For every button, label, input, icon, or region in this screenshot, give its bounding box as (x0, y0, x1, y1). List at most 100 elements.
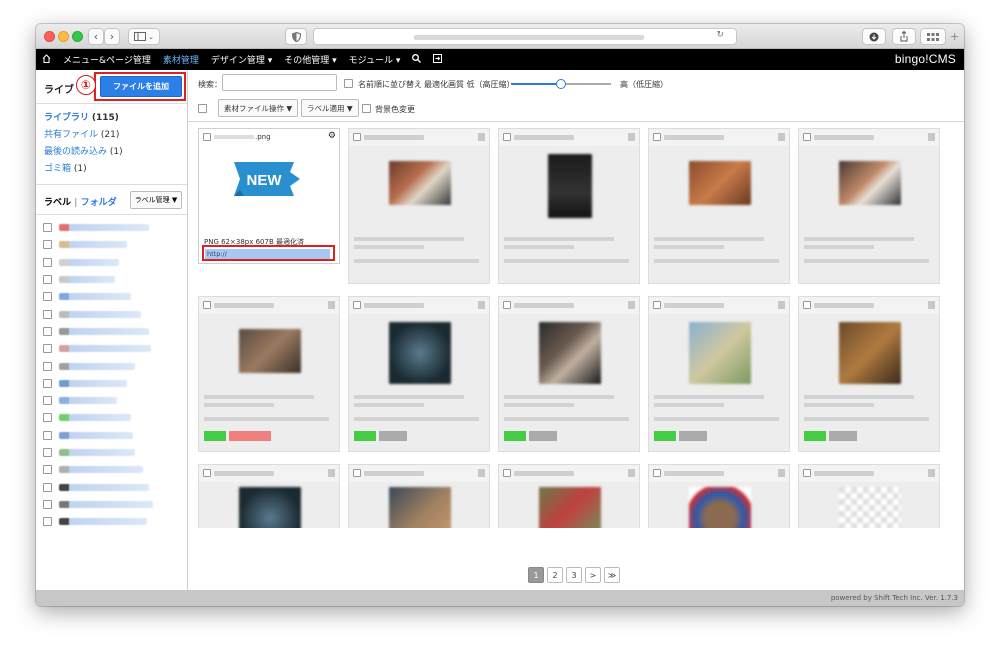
asset-thumbnail[interactable] (689, 161, 751, 205)
asset-checkbox[interactable] (203, 301, 211, 309)
label-checkbox[interactable] (43, 465, 52, 475)
gear-icon[interactable] (478, 469, 485, 477)
gear-icon[interactable] (478, 301, 485, 309)
gear-icon[interactable] (778, 469, 785, 477)
asset-thumbnail[interactable] (539, 322, 601, 384)
gear-icon[interactable] (478, 133, 485, 141)
asset-card[interactable] (198, 464, 340, 528)
asset-thumbnail[interactable] (689, 322, 751, 384)
asset-card[interactable] (198, 296, 340, 452)
label-checkbox[interactable] (43, 482, 52, 492)
label-checkbox[interactable] (43, 499, 52, 509)
file-operations-dropdown[interactable]: 素材ファイル操作 ▼ (218, 99, 299, 117)
close-window-button[interactable] (44, 31, 55, 42)
asset-checkbox[interactable] (503, 133, 511, 141)
asset-card[interactable] (348, 464, 490, 528)
label-checkbox[interactable] (43, 275, 52, 285)
asset-checkbox[interactable] (653, 301, 661, 309)
apply-label-dropdown[interactable]: ラベル適用 ▼ (301, 99, 359, 117)
library-item-last-import[interactable]: 最後の読み込み (1) (44, 144, 179, 161)
label-checkbox[interactable] (43, 361, 52, 371)
label-checkbox[interactable] (43, 448, 52, 457)
zoom-window-button[interactable] (72, 31, 83, 42)
library-item-all[interactable]: ライブラリ (115) (44, 110, 179, 127)
asset-checkbox[interactable] (203, 133, 211, 141)
gear-icon[interactable] (928, 133, 935, 141)
asset-thumbnail[interactable] (389, 487, 451, 528)
asset-thumbnail[interactable] (839, 322, 901, 384)
search-icon[interactable] (406, 53, 427, 66)
label-item[interactable] (43, 409, 180, 426)
label-item[interactable] (43, 271, 180, 288)
asset-thumbnail[interactable] (239, 329, 301, 373)
asset-checkbox[interactable] (503, 301, 511, 309)
nav-menu-page[interactable]: メニュー&ページ管理 (57, 53, 157, 66)
asset-thumbnail[interactable] (689, 487, 751, 528)
nav-other[interactable]: その他管理 ▾ (278, 53, 342, 66)
library-item-shared[interactable]: 共有ファイル (21) (44, 127, 179, 144)
asset-card[interactable] (498, 128, 640, 284)
asset-thumbnail[interactable] (239, 487, 301, 528)
gear-icon[interactable] (328, 301, 335, 309)
label-item[interactable] (43, 478, 180, 495)
gear-icon[interactable] (928, 301, 935, 309)
label-item[interactable] (43, 392, 180, 409)
asset-thumbnail[interactable] (389, 322, 451, 384)
label-item[interactable] (43, 254, 180, 271)
asset-checkbox[interactable] (353, 133, 361, 141)
page-3-button[interactable]: 3 (566, 567, 582, 583)
minimize-window-button[interactable] (58, 31, 69, 42)
asset-thumbnail[interactable] (548, 154, 592, 218)
label-checkbox[interactable] (43, 257, 52, 267)
asset-card[interactable] (648, 296, 790, 452)
gear-icon[interactable] (778, 133, 785, 141)
label-tab[interactable]: ラベル (44, 198, 71, 208)
forward-button[interactable]: › (104, 28, 120, 45)
asset-card[interactable] (798, 128, 940, 284)
label-item[interactable] (43, 427, 180, 444)
sidebar-toggle-button[interactable]: ⌄ (128, 28, 160, 45)
label-item[interactable] (43, 461, 180, 478)
asset-checkbox[interactable] (803, 469, 811, 477)
downloads-button[interactable] (862, 28, 886, 45)
select-all-checkbox[interactable] (198, 104, 207, 113)
bg-color-checkbox[interactable] (362, 104, 371, 113)
asset-checkbox[interactable] (803, 133, 811, 141)
label-checkbox[interactable] (43, 292, 52, 302)
back-button[interactable]: ‹ (88, 28, 104, 45)
asset-card[interactable] (348, 296, 490, 452)
quality-slider-knob[interactable] (556, 79, 566, 89)
library-item-trash[interactable]: ゴミ箱 (1) (44, 161, 179, 178)
label-item[interactable] (43, 323, 180, 340)
gear-icon[interactable]: ⚙ (328, 131, 336, 141)
asset-card[interactable] (798, 464, 940, 528)
label-checkbox[interactable] (43, 378, 52, 388)
asset-card[interactable] (348, 128, 490, 284)
label-checkbox[interactable] (43, 413, 52, 423)
gear-icon[interactable] (628, 301, 635, 309)
label-checkbox[interactable] (43, 430, 52, 440)
nav-design[interactable]: デザイン管理 ▾ (205, 53, 278, 66)
label-item[interactable] (43, 375, 180, 392)
asset-card[interactable] (648, 128, 790, 284)
label-item[interactable] (43, 219, 180, 236)
asset-checkbox[interactable] (203, 469, 211, 477)
label-checkbox[interactable] (43, 223, 52, 233)
label-item[interactable] (43, 357, 180, 374)
search-input[interactable] (222, 74, 337, 91)
gear-icon[interactable] (778, 301, 785, 309)
label-checkbox[interactable] (43, 309, 52, 319)
next-page-button[interactable]: > (585, 567, 601, 583)
gear-icon[interactable] (628, 469, 635, 477)
reload-icon[interactable]: ↻ (716, 30, 724, 40)
label-item[interactable] (43, 236, 180, 253)
asset-thumbnail[interactable] (389, 161, 451, 205)
folder-tab[interactable]: フォルダ (81, 198, 117, 208)
label-item[interactable] (43, 305, 180, 322)
asset-checkbox[interactable] (503, 469, 511, 477)
address-bar[interactable]: ↻ (313, 28, 737, 45)
label-item[interactable] (43, 513, 180, 530)
label-item[interactable] (43, 444, 180, 461)
asset-card[interactable] (498, 464, 640, 528)
home-icon[interactable] (36, 53, 57, 66)
